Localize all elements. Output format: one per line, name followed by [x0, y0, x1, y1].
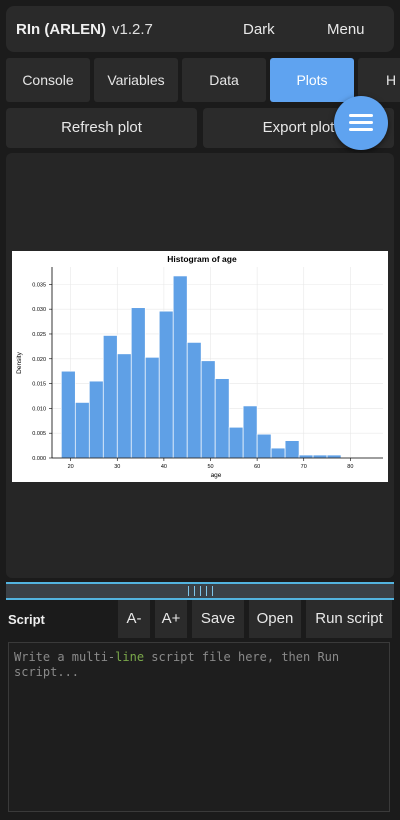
font-increase-button[interactable]: A+ [155, 600, 187, 638]
chart-title: Histogram of age [167, 254, 237, 264]
histogram-bar [116, 353, 132, 459]
y-tick-label: 0.015 [32, 382, 46, 388]
y-tick-label: 0.035 [32, 282, 46, 288]
histogram-bar [242, 405, 258, 459]
refresh-plot-button[interactable]: Refresh plot [6, 108, 197, 148]
theme-toggle-button[interactable]: Dark [243, 21, 275, 38]
script-label: Script [8, 612, 45, 627]
tab-variables[interactable]: Variables [94, 58, 178, 102]
script-editor-placeholder: Write a multi-line script file here, the… [14, 650, 374, 680]
y-tick-label: 0.030 [32, 307, 46, 313]
hamburger-menu-icon [349, 114, 373, 117]
font-decrease-button[interactable]: A- [118, 600, 150, 638]
placeholder-text: Write a multi- [14, 650, 116, 664]
y-tick-label: 0.020 [32, 357, 46, 363]
plot-panel: 0.000 0.005 0.010 0.015 0.020 0.025 0.030 0.035… [6, 153, 394, 578]
panel-splitter[interactable] [6, 582, 394, 600]
x-axis-label: age [211, 472, 222, 479]
script-editor[interactable]: Write a multi-line script file here, the… [8, 642, 390, 812]
hamburger-menu-icon-bar [349, 121, 373, 124]
open-script-button[interactable]: Open [249, 600, 301, 638]
top-bar: RIn (ARLEN) v1.2.7 Dark Menu [6, 6, 394, 52]
histogram-bar [88, 380, 104, 459]
placeholder-keyword: line [115, 650, 145, 664]
histogram-bar [172, 275, 188, 459]
histogram-bar [74, 402, 90, 459]
tab-console[interactable]: Console [6, 58, 90, 102]
histogram-bar [144, 356, 160, 459]
app-version: v1.2.7 [112, 21, 153, 38]
plot-image: 0.000 0.005 0.010 0.015 0.020 0.025 0.030 0.035… [12, 251, 388, 482]
histogram-bar [214, 378, 230, 459]
histogram-bar [102, 335, 118, 459]
x-tick-label: 40 [161, 464, 167, 470]
histogram-bar [158, 310, 174, 459]
x-tick-label: 60 [254, 464, 260, 470]
tab-data[interactable]: Data [182, 58, 266, 102]
x-tick-label: 50 [207, 464, 213, 470]
histogram-bar [256, 433, 272, 459]
histogram-bar [60, 370, 76, 459]
y-tick-label: 0.010 [32, 406, 46, 412]
y-tick-label: 0.025 [32, 332, 46, 338]
tab-bar: Console Variables Data Plots H [6, 58, 400, 102]
histogram-bar [130, 307, 146, 459]
histogram-bar [228, 426, 244, 459]
histogram-bar [200, 360, 216, 459]
menu-button[interactable]: Menu [327, 21, 365, 38]
hamburger-menu-icon-bar [349, 128, 373, 131]
x-tick-label: 30 [114, 464, 120, 470]
tab-plots[interactable]: Plots [270, 58, 354, 102]
histogram-bar [312, 454, 328, 459]
histogram-chart: 0.000 0.005 0.010 0.015 0.020 0.025 0.030 0.035… [16, 254, 383, 479]
run-script-button[interactable]: Run script [306, 600, 392, 638]
app-title: RIn (ARLEN) [16, 21, 106, 38]
histogram-bar [284, 440, 300, 459]
histogram-bar [186, 342, 202, 459]
histogram-bar [298, 454, 314, 459]
histogram-bar [270, 447, 286, 459]
x-tick-label: 20 [68, 464, 74, 470]
save-script-button[interactable]: Save [192, 600, 244, 638]
x-tick-label: 80 [347, 464, 353, 470]
x-tick-label: 70 [301, 464, 307, 470]
histogram-bar [326, 454, 342, 459]
fab-menu-button[interactable] [334, 96, 388, 150]
y-tick-label: 0.000 [32, 456, 46, 462]
drag-handle-icon[interactable] [184, 586, 216, 596]
y-axis-label: Density [16, 351, 23, 373]
y-tick-label: 0.005 [32, 431, 46, 437]
